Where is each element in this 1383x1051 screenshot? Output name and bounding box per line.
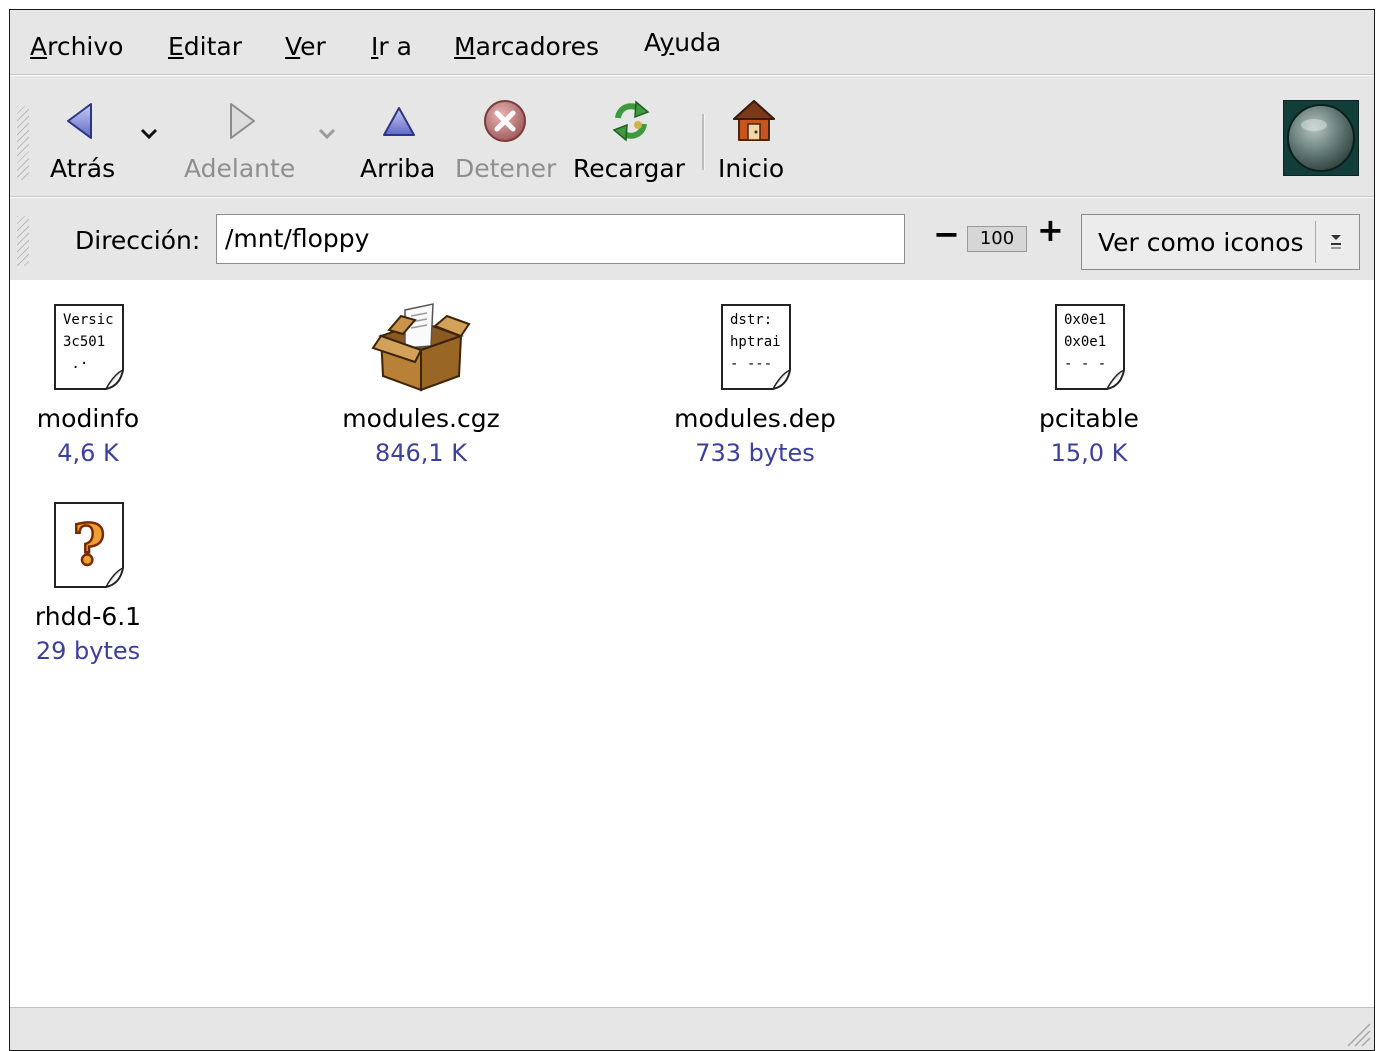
location-input[interactable]: /mnt/floppy [216, 214, 905, 264]
status-bar [10, 1007, 1374, 1050]
package-icon [371, 298, 471, 398]
reload-button[interactable]: Recargar [573, 76, 688, 194]
menu-ir-a[interactable]: Ir a [371, 32, 412, 62]
view-as-selected: Ver como iconos [1098, 228, 1304, 257]
menu-marcadores[interactable]: Marcadores [454, 32, 599, 62]
activity-throbber [1283, 100, 1359, 176]
icon-view: Versic 3c501 .· modinfo 4,6 K modules.cg… [10, 280, 1374, 1008]
file-item-rhdd-6-1[interactable]: ? rhdd-6.1 29 bytes [10, 496, 218, 666]
arrow-left-icon [66, 103, 92, 139]
reload-label: Recargar [573, 154, 685, 183]
toolbar: Atrás Adelante Arriba Detener Recargar I… [10, 75, 1374, 197]
file-size: 15,0 K [1050, 439, 1128, 467]
zoom-in-button[interactable]: + [1037, 210, 1064, 250]
menu-ayuda[interactable]: Ayuda [644, 28, 721, 58]
reload-icon [612, 100, 649, 142]
forward-history-chevron-down-icon[interactable] [316, 122, 338, 144]
svg-text:?: ? [73, 512, 106, 578]
arrow-up-icon [383, 107, 415, 136]
stop-label: Detener [455, 154, 557, 183]
file-item-modules-cgz[interactable]: modules.cgz 846,1 K [291, 298, 551, 468]
throbber-orb-icon [1287, 104, 1355, 172]
file-name: modules.cgz [342, 404, 500, 433]
forward-button[interactable]: Adelante [182, 76, 297, 194]
forward-label: Adelante [184, 154, 296, 183]
file-item-pcitable[interactable]: 0x0e1 0x0e1 - - - pcitable 15,0 K [959, 298, 1219, 468]
file-size: 846,1 K [374, 439, 468, 467]
unknown-file-icon: ? [38, 496, 138, 596]
menu-archivo[interactable]: Archivo [30, 32, 123, 62]
back-button[interactable]: Atrás [40, 76, 125, 194]
arrow-right-icon [229, 103, 255, 139]
stop-icon [484, 100, 526, 142]
zoom-level[interactable]: 100 [967, 226, 1027, 252]
file-item-modules-dep[interactable]: dstr: | hptrai - --- modules.dep 733 byt… [625, 298, 885, 468]
text-document-icon: Versic 3c501 .· [38, 298, 138, 398]
stop-button[interactable]: Detener [455, 76, 557, 194]
location-bar-grip-handle[interactable] [17, 216, 29, 266]
resize-grip-icon[interactable] [1342, 1018, 1372, 1048]
file-name: pcitable [1039, 404, 1139, 433]
zoom-out-button[interactable]: − [933, 214, 960, 254]
file-size: 733 bytes [695, 439, 815, 467]
dropdown-arrow-icon [1331, 235, 1341, 249]
toolbar-grip-handle[interactable] [17, 106, 29, 180]
file-name: rhdd-6.1 [34, 602, 142, 631]
text-document-icon: 0x0e1 0x0e1 - - - [1039, 298, 1139, 398]
home-icon [733, 100, 775, 141]
menu-editar[interactable]: Editar [168, 32, 242, 62]
file-name: modules.dep [674, 404, 836, 433]
dropdown-separator [1315, 221, 1316, 263]
file-size: 4,6 K [57, 439, 119, 467]
menu-ver[interactable]: Ver [285, 32, 326, 62]
menubar: Archivo Editar Ver Ir a Marcadores Ayuda [10, 10, 1374, 75]
location-bar: Dirección: /mnt/floppy − 100 + Ver como … [10, 197, 1374, 281]
file-size: 29 bytes [35, 637, 141, 665]
file-manager-window: Archivo Editar Ver Ir a Marcadores Ayuda… [9, 9, 1375, 1051]
text-document-icon: dstr: | hptrai - --- [705, 298, 805, 398]
location-label: Dirección: [75, 226, 201, 255]
view-as-dropdown[interactable]: Ver como iconos [1081, 214, 1360, 270]
back-label: Atrás [50, 154, 116, 183]
file-name: modinfo [36, 404, 140, 433]
home-label: Inicio [718, 154, 785, 183]
file-item-modinfo[interactable]: Versic 3c501 .· modinfo 4,6 K [10, 298, 218, 468]
home-button[interactable]: Inicio [715, 76, 793, 194]
up-label: Arriba [360, 154, 436, 183]
up-button[interactable]: Arriba [360, 76, 438, 194]
toolbar-separator [702, 114, 705, 170]
back-history-chevron-down-icon[interactable] [138, 122, 160, 144]
